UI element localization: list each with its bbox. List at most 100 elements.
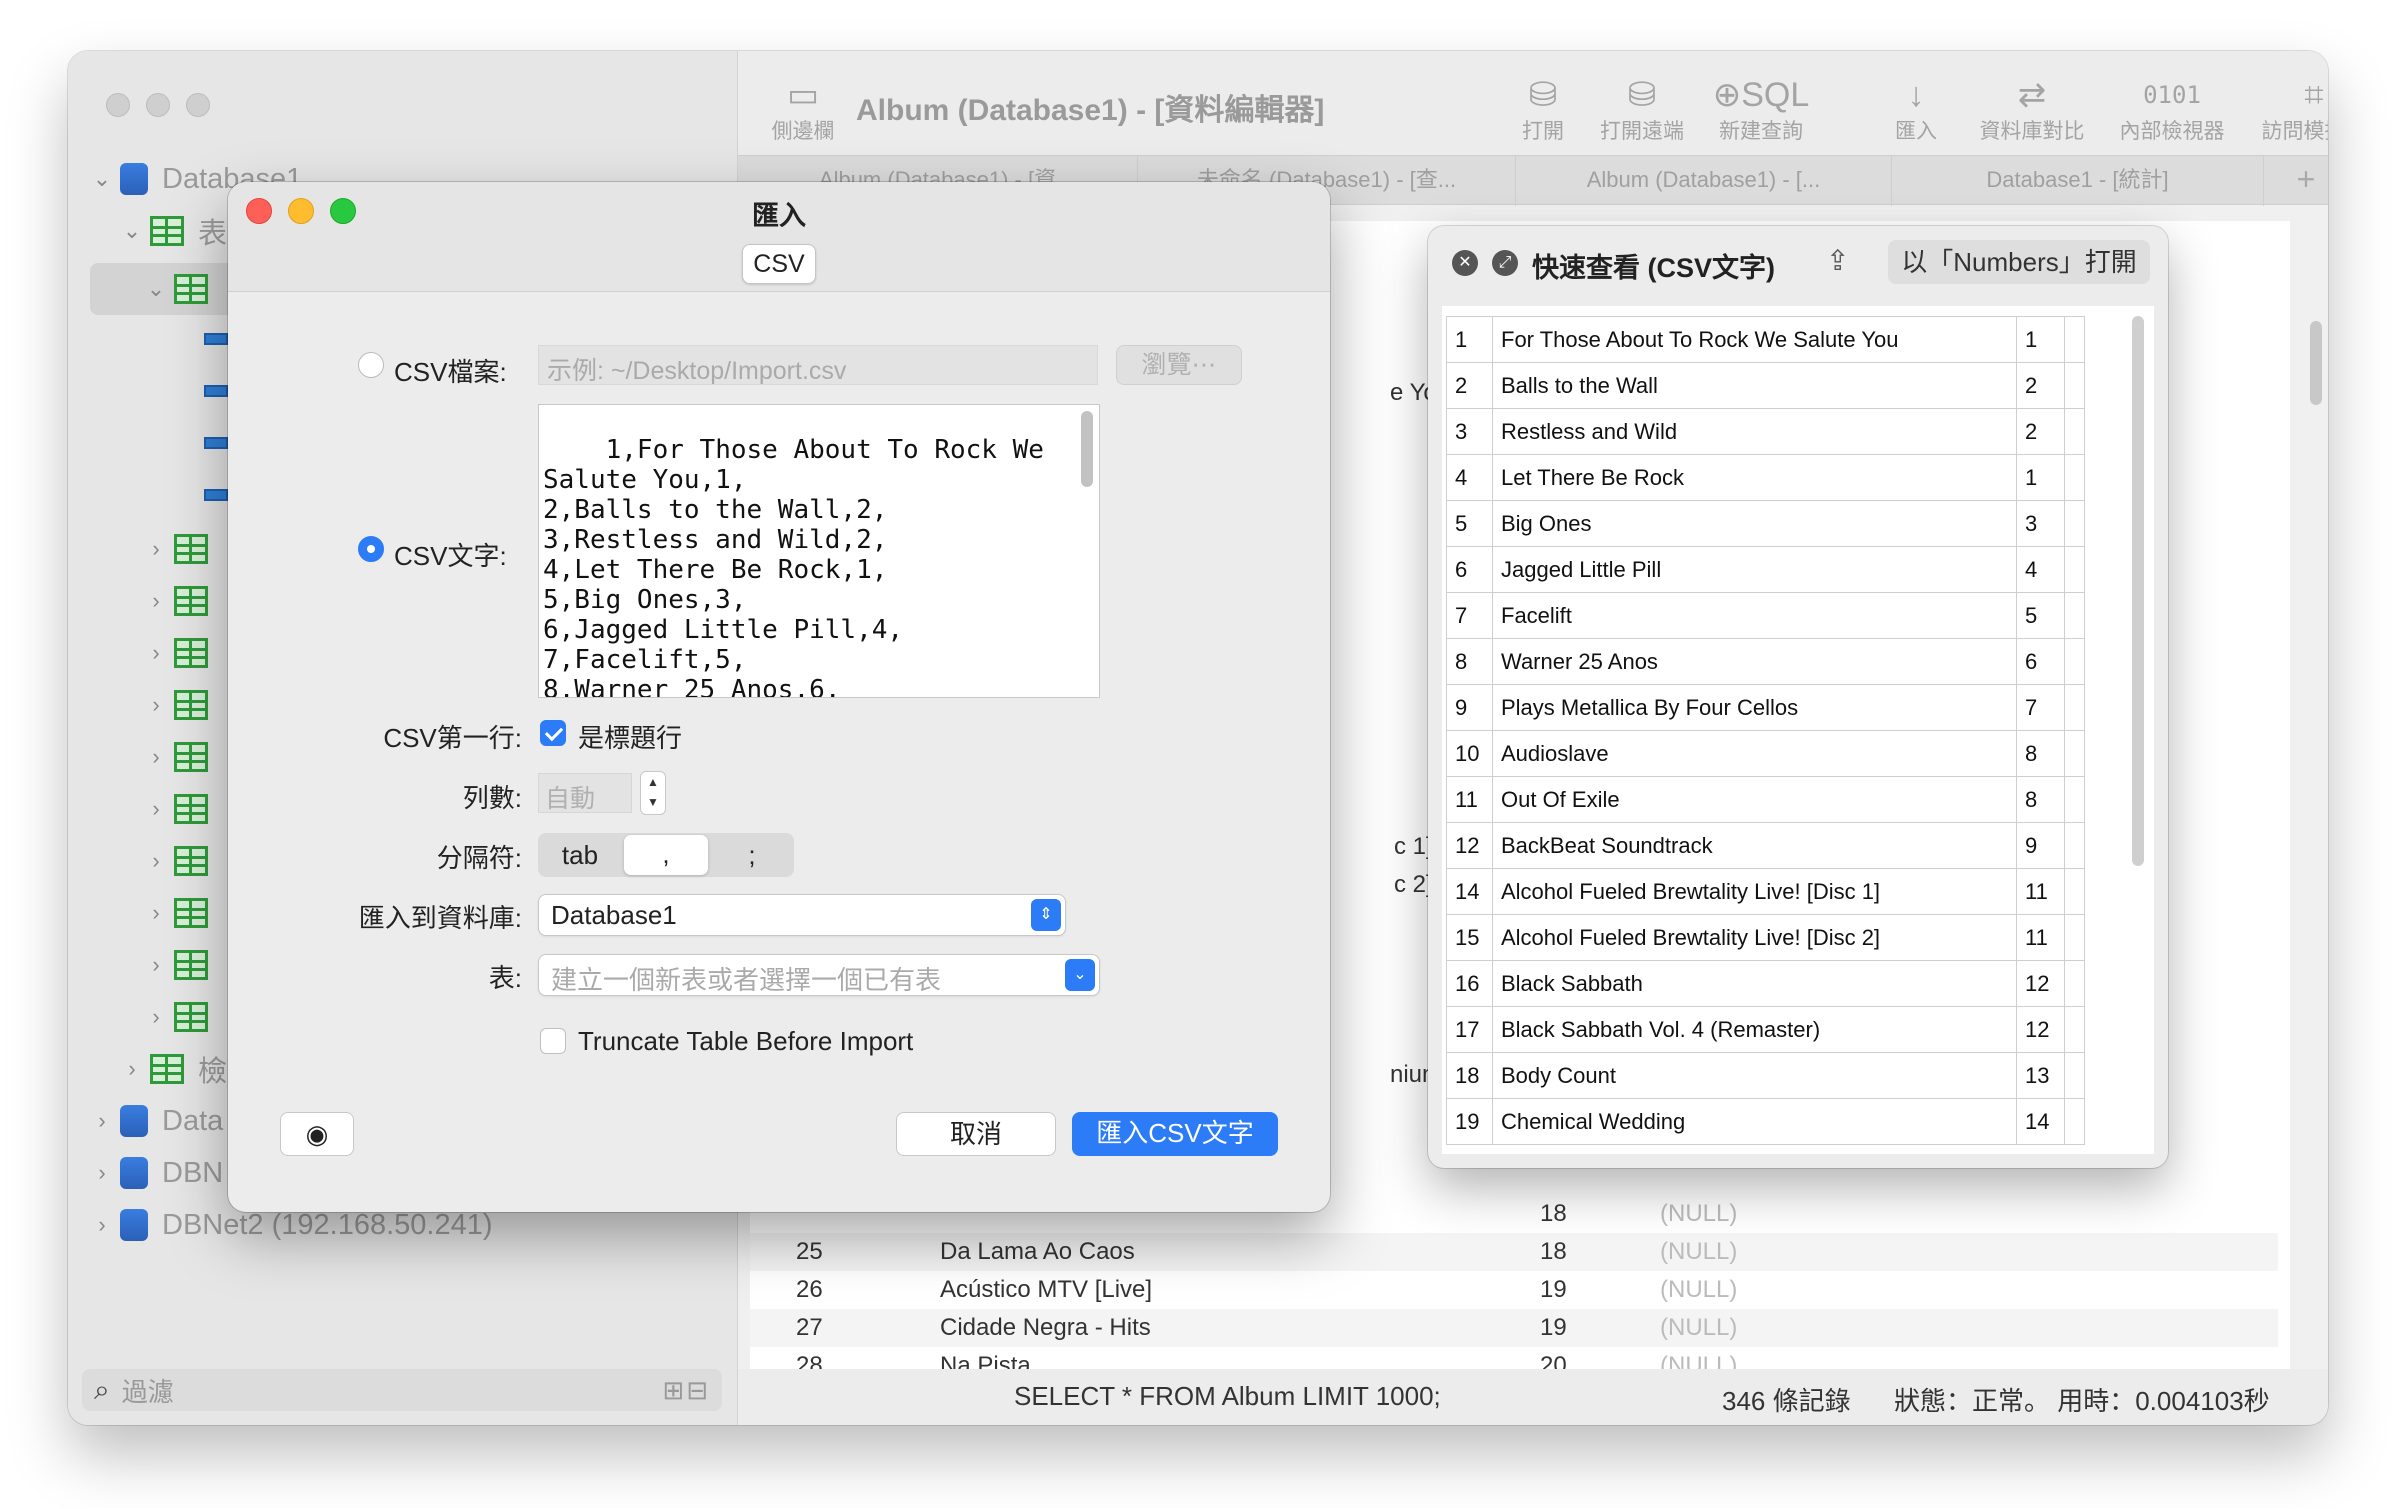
tree-item-database[interactable]: › Data <box>90 1097 223 1145</box>
table-row[interactable]: 27 Cidade Negra - Hits 19 (NULL) <box>750 1309 2278 1347</box>
tab-csv[interactable]: CSV <box>742 244 816 284</box>
import-csv-button[interactable]: 匯入CSV文字 <box>1072 1112 1278 1156</box>
preview-row: 14 Alcohol Fueled Brewtality Live! [Disc … <box>1446 868 2085 915</box>
chevron-right-icon[interactable]: › <box>90 1108 114 1134</box>
window-title: Album (Database1) - [資料編輯器] <box>856 94 1325 127</box>
add-tab-button[interactable]: + <box>2284 156 2328 206</box>
chevron-right-icon[interactable]: › <box>144 796 168 822</box>
sidebar-icon: ▭ <box>786 76 820 114</box>
share-icon[interactable]: ⇪ <box>1826 244 1849 277</box>
tree-item-tables[interactable]: ⌄ 表 <box>120 207 227 255</box>
tree-item-table[interactable]: › <box>144 785 222 833</box>
chevron-right-icon[interactable]: › <box>120 1056 144 1082</box>
tree-item-album[interactable]: ⌄ <box>144 265 222 313</box>
tree-item-table[interactable]: › <box>144 629 222 677</box>
csv-file-input[interactable]: 示例: ~/Desktop/Import.csv <box>538 345 1098 385</box>
tree-item-dbnet[interactable]: › DBN <box>90 1149 223 1197</box>
open-with-numbers-button[interactable]: 以「Numbers」打開 <box>1888 240 2150 284</box>
tree-item-table[interactable]: › <box>144 941 222 989</box>
tree-column-item[interactable] <box>204 367 228 415</box>
chevron-updown-icon: ⇕ <box>1031 899 1061 931</box>
table-row[interactable]: 25 Da Lama Ao Caos 18 (NULL) <box>750 1233 2278 1271</box>
tree-column-item[interactable] <box>204 419 228 467</box>
csv-file-radio[interactable] <box>358 352 384 378</box>
chevron-right-icon[interactable]: › <box>90 1160 114 1186</box>
toolbar-sidebar-button[interactable]: ▭ 側邊欄 <box>758 75 848 145</box>
columns-input[interactable]: 自動 <box>538 773 632 813</box>
header-row-checkbox[interactable] <box>540 720 566 746</box>
sidebar-filter[interactable]: ⌕ 過濾 ⊞⊟ <box>82 1369 722 1411</box>
toolbar: ▭ 側邊欄 Album (Database1) - [資料編輯器] ⛁ 打開 ⛁… <box>738 51 2328 155</box>
table-row[interactable]: 26 Acústico MTV [Live] 19 (NULL) <box>750 1271 2278 1309</box>
zoom-button[interactable] <box>186 93 210 117</box>
delimiter-comma-option[interactable]: , <box>624 835 708 875</box>
cell-null: (NULL) <box>1660 1276 1738 1303</box>
chevron-right-icon[interactable]: › <box>144 588 168 614</box>
tree-item-table[interactable]: › <box>144 993 222 1041</box>
tree-item-table[interactable]: › <box>144 733 222 781</box>
browse-button[interactable]: 瀏覽⋯ <box>1116 345 1242 385</box>
chevron-right-icon[interactable]: › <box>144 1004 168 1030</box>
preview-cell-empty <box>2064 546 2085 593</box>
cancel-button[interactable]: 取消 <box>896 1112 1056 1156</box>
database-select[interactable]: Database1 ⇕ <box>538 894 1066 936</box>
tab-statistics[interactable]: Database1 - [統計] <box>1892 156 2264 206</box>
chevron-down-icon[interactable]: ⌄ <box>144 276 168 302</box>
columns-stepper[interactable]: ▲ ▼ <box>640 771 666 815</box>
tree-item-table[interactable]: › <box>144 889 222 937</box>
preview-cell-empty <box>2064 1098 2085 1145</box>
chevron-right-icon[interactable]: › <box>144 900 168 926</box>
filter-input[interactable]: 過濾 <box>122 1372 174 1409</box>
tree-item-table[interactable]: › <box>144 525 222 573</box>
minimize-button[interactable] <box>146 93 170 117</box>
chevron-down-icon[interactable]: ⌄ <box>90 166 114 192</box>
toolbar-open-button[interactable]: ⛁ 打開 <box>1508 75 1578 145</box>
preview-cell: 17 <box>1446 1006 1493 1053</box>
preview-cell-empty <box>2064 684 2085 731</box>
table-icon <box>174 742 208 772</box>
chevron-right-icon[interactable]: › <box>144 848 168 874</box>
tree-item-table[interactable]: › <box>144 577 222 625</box>
tree-item-table[interactable]: › <box>144 681 222 729</box>
preview-scrollbar[interactable] <box>2132 316 2144 866</box>
fullscreen-icon[interactable]: ⤢ <box>1492 250 1518 276</box>
tab-album[interactable]: Album (Database1) - [... <box>1516 156 1892 206</box>
tree-item-views[interactable]: › 檢 <box>120 1045 227 1093</box>
database-icon <box>120 163 148 195</box>
toolbar-import-button[interactable]: ↓ 匯入 <box>1886 75 1946 145</box>
preview-cell: 12 <box>2016 960 2065 1007</box>
preview-cell: Restless and Wild <box>1492 408 2017 455</box>
tree-column-item[interactable] <box>204 471 228 519</box>
preview-cell: 5 <box>1446 500 1493 547</box>
toolbar-inspector-button[interactable]: 0101 內部檢視器 <box>2110 75 2234 145</box>
preview-button[interactable]: ◉ <box>280 1112 354 1156</box>
tree-item-table[interactable]: › <box>144 837 222 885</box>
table-select[interactable]: 建立一個新表或者選擇一個已有表 ⌄ <box>538 954 1100 996</box>
toolbar-compare-button[interactable]: ⇄ 資料庫對比 <box>1970 75 2094 145</box>
chevron-right-icon[interactable]: › <box>144 536 168 562</box>
chevron-right-icon[interactable]: › <box>144 952 168 978</box>
chevron-down-icon[interactable]: ⌄ <box>120 218 144 244</box>
filter-options-icon[interactable]: ⊞⊟ <box>662 1375 710 1406</box>
chevron-right-icon[interactable]: › <box>144 692 168 718</box>
preview-cell-empty <box>2064 1006 2085 1053</box>
delimiter-tab-option[interactable]: tab <box>538 840 622 871</box>
grid-scrollbar[interactable] <box>2310 321 2322 405</box>
preview-row: 9 Plays Metallica By Four Cellos 7 <box>1446 684 2085 731</box>
chevron-right-icon[interactable]: › <box>90 1212 114 1238</box>
csv-text-radio[interactable] <box>358 536 384 562</box>
csv-text-scrollbar[interactable] <box>1081 411 1093 487</box>
tree-column-item[interactable] <box>204 315 228 363</box>
table-label: 表: <box>488 963 522 993</box>
chevron-right-icon[interactable]: › <box>144 744 168 770</box>
close-icon[interactable]: ✕ <box>1452 250 1478 276</box>
truncate-checkbox[interactable] <box>540 1028 566 1054</box>
toolbar-simulator-button[interactable]: ⌗ 訪問模擬器 <box>2252 75 2329 145</box>
chevron-right-icon[interactable]: › <box>144 640 168 666</box>
toolbar-open-remote-button[interactable]: ⛁ 打開遠端 <box>1592 75 1692 145</box>
close-button[interactable] <box>106 93 130 117</box>
csv-text-area[interactable]: 1,For Those About To Rock We Salute You,… <box>538 404 1100 698</box>
delimiter-semicolon-option[interactable]: ; <box>710 840 794 871</box>
cell-null: (NULL) <box>1660 1238 1738 1265</box>
toolbar-new-query-button[interactable]: ⊕SQL 新建查詢 <box>1706 75 1816 145</box>
